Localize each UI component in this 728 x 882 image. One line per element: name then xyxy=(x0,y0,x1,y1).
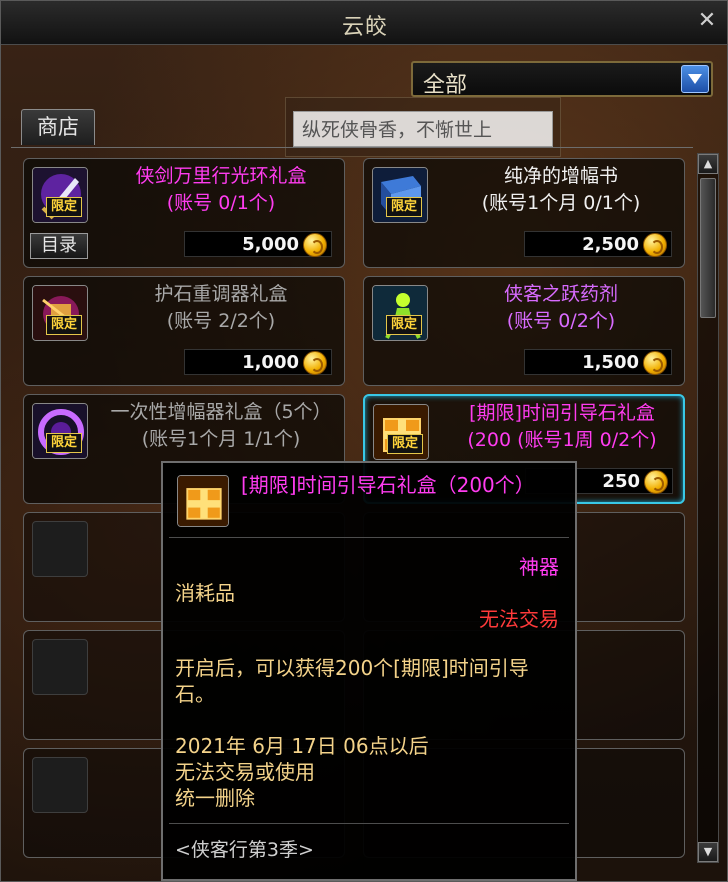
coin-icon xyxy=(644,470,668,494)
price-box: 1,000 xyxy=(184,349,332,375)
item-price: 2,500 xyxy=(582,234,639,255)
window-title: 云皎 xyxy=(341,15,388,40)
item-card-3[interactable]: 限定 护石重调器礼盒 (账号 2/2个) 1,000 xyxy=(23,276,345,386)
limited-badge: 限定 xyxy=(387,434,423,454)
limited-badge: 限定 xyxy=(386,315,422,335)
catalog-button[interactable]: 目录 xyxy=(30,233,88,259)
coin-icon xyxy=(643,351,667,375)
item-price: 250 xyxy=(602,471,640,492)
tooltip-description: 开启后，可以获得200个[期限]时间引导石。 xyxy=(175,656,529,706)
item-card-1[interactable]: 限定 目录 侠剑万里行光环礼盒 (账号 0/1个) 5,000 xyxy=(23,158,345,268)
empty-icon-slot xyxy=(32,639,88,695)
tooltip-item-icon xyxy=(177,475,229,527)
tooltip-trade-status: 无法交易 xyxy=(479,607,559,631)
empty-icon-slot xyxy=(32,757,88,813)
empty-icon-slot xyxy=(32,521,88,577)
item-name: [期限]时间引导石礼盒 (200 (账号1周 0/2个) xyxy=(467,402,657,451)
item-name: 纯净的增幅书 (账号1个月 0/1个) xyxy=(481,165,641,214)
item-scrollbar[interactable]: ▲ ▼ xyxy=(697,153,719,863)
price-box: 2,500 xyxy=(524,231,672,257)
limited-badge: 限定 xyxy=(46,433,82,453)
price-box: 1,500 xyxy=(524,349,672,375)
shop-window: 云皎 ✕ 全部 商店 纵死侠骨香，不惭世上 限定 目录 侠剑万里行光环礼盒 (账… xyxy=(0,0,728,882)
tooltip-item-name: [期限]时间引导石礼盒（200个） xyxy=(241,473,535,497)
scroll-up-icon[interactable]: ▲ xyxy=(698,154,718,174)
item-price: 5,000 xyxy=(242,234,299,255)
item-name: 侠剑万里行光环礼盒 (账号 0/1个) xyxy=(135,165,307,214)
item-price: 1,500 xyxy=(582,352,639,373)
close-icon[interactable]: ✕ xyxy=(695,9,719,33)
tooltip-item-type: 消耗品 xyxy=(175,581,235,605)
item-card-2[interactable]: 限定 纯净的增幅书 (账号1个月 0/1个) 2,500 xyxy=(363,158,685,268)
title-bar: 云皎 ✕ xyxy=(1,1,727,45)
price-box: 5,000 xyxy=(184,231,332,257)
coin-icon xyxy=(303,351,327,375)
dropdown-arrow-icon[interactable] xyxy=(681,65,709,93)
scroll-thumb[interactable] xyxy=(700,178,716,318)
item-name: 护石重调器礼盒 (账号 2/2个) xyxy=(154,283,288,332)
tooltip-rarity: 神器 xyxy=(519,555,559,579)
search-input[interactable]: 纵死侠骨香，不惭世上 xyxy=(293,111,553,147)
divider xyxy=(169,537,569,538)
divider xyxy=(169,823,569,824)
tooltip-set-name: <侠客行第3季> xyxy=(175,839,314,861)
item-name: 一次性增幅器礼盒（5个）(账号1个月 1/1个) xyxy=(110,401,332,450)
coin-icon xyxy=(303,233,327,257)
tooltip-expiration: 2021年 6月 17日 06点以后 无法交易或使用 统一删除 xyxy=(175,734,429,810)
category-dropdown-value: 全部 xyxy=(423,73,468,98)
limited-badge: 限定 xyxy=(46,197,82,217)
item-price: 1,000 xyxy=(242,352,299,373)
item-name: 侠客之跃药剂 (账号 0/2个) xyxy=(503,283,618,332)
tab-shop[interactable]: 商店 xyxy=(21,109,95,145)
scroll-down-icon[interactable]: ▼ xyxy=(698,842,718,862)
coin-icon xyxy=(643,233,667,257)
category-dropdown[interactable]: 全部 xyxy=(411,61,713,98)
item-card-4[interactable]: 限定 侠客之跃药剂 (账号 0/2个) 1,500 xyxy=(363,276,685,386)
limited-badge: 限定 xyxy=(46,315,82,335)
limited-badge: 限定 xyxy=(386,197,422,217)
item-tooltip: [期限]时间引导石礼盒（200个） 神器 消耗品 无法交易 开启后，可以获得20… xyxy=(161,461,577,881)
